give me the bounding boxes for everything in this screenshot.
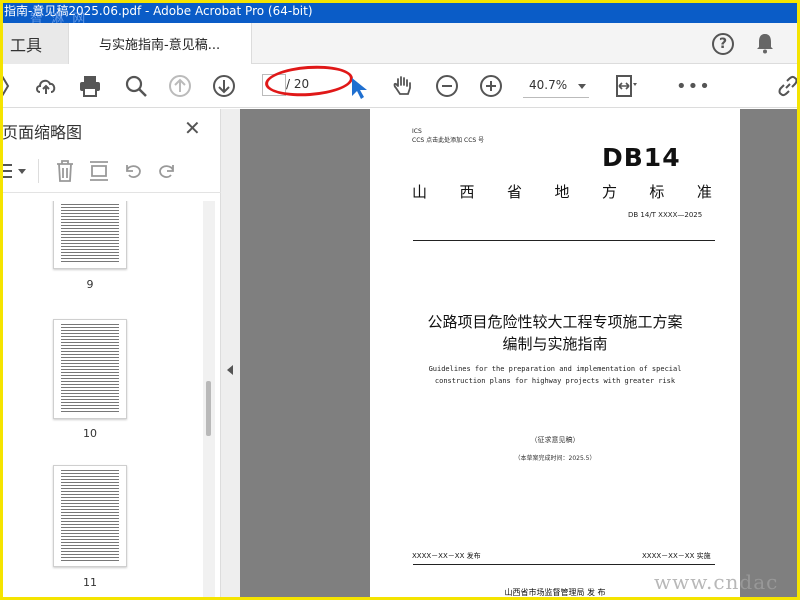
english-title-line2: construction plans for highway projects … [434,377,676,385]
english-title-line1: Guidelines for the preparation and imple… [428,365,682,373]
previous-page-icon[interactable] [168,74,192,98]
zoom-in-icon[interactable] [479,74,503,98]
select-cursor-icon[interactable] [348,76,372,100]
tab-bar: 工具 与实施指南-意见稿... ? [0,23,800,64]
link-icon[interactable] [776,74,800,98]
thumbnails-scrollbar[interactable] [203,201,215,600]
page-thumbnail-10[interactable] [53,319,127,419]
trash-icon[interactable] [54,159,76,183]
chevron-left-icon[interactable] [227,365,233,375]
thumbnails-panel-title: 页面缩略图 [2,123,83,142]
ics-text: ICS [412,128,422,135]
document-view[interactable]: ICS CCS 点击此处添加 CCS 号 DB14 山 西 省 地 方 标 准 … [240,109,800,600]
divider [413,240,715,241]
implement-date: XXXX－XX－XX 实施 [642,552,711,560]
rotate-right-icon[interactable] [156,159,178,183]
standard-char: 山 [412,183,428,201]
bell-icon[interactable] [755,32,775,54]
db-code: DB14 [602,143,681,172]
thumbnail-label: 10 [83,427,97,440]
hand-tool-icon[interactable] [391,74,415,98]
thumbnail-label: 9 [86,278,94,291]
page-thumbnails-panel: 页面缩略图 ✕ 9 10 11 [0,109,221,600]
chevron-down-icon[interactable] [578,84,586,89]
thumbnail-options-icon[interactable] [0,161,30,181]
standard-char: 方 [601,183,617,201]
pdf-page: ICS CCS 点击此处添加 CCS 号 DB14 山 西 省 地 方 标 准 … [370,109,740,600]
thumbnails-panel-header: 页面缩略图 ✕ [0,109,221,149]
watermark-bottom: www.cndac [654,570,779,594]
thumbnail-label: 11 [83,576,97,589]
star-icon[interactable] [0,74,24,98]
ics-label: ICS CCS 点击此处添加 CCS 号 [412,127,484,145]
rotate-left-icon[interactable] [122,159,144,183]
draft-date: （本草案完成时间：2025.5） [514,455,596,462]
tab-document[interactable]: 与实施指南-意见稿... [68,23,252,64]
divider [413,564,715,565]
page-thumbnail-11[interactable] [53,465,127,567]
standard-char: 省 [506,183,522,201]
more-options-icon[interactable]: ••• [676,76,711,97]
zoom-out-icon[interactable] [435,74,459,98]
page-thumbnail-9[interactable] [53,201,127,269]
tab-tools[interactable]: 工具 [0,23,68,64]
thumbnails-list: 9 10 11 [0,201,203,600]
toolbar-divider [38,159,39,183]
publish-date: XXXX－XX－XX 发布 [412,552,481,560]
standard-char: 准 [696,183,712,201]
standard-char: 西 [459,183,475,201]
window-title-bar: 指南-意见稿2025.06.pdf - Adobe Acrobat Pro (6… [0,0,800,23]
document-title-line1: 公路项目危险性较大工程专项施工方案 [427,313,683,331]
standard-number: DB 14/T XXXX—2025 [628,211,703,219]
fit-page-icon[interactable] [614,74,638,98]
document-title-line2: 编制与实施指南 [502,335,608,353]
main-toolbar: / 20 40.7% ••• [0,62,800,108]
draft-note: （征求意见稿） [530,436,580,444]
upload-cloud-icon[interactable] [34,74,58,98]
standard-type-heading: 山 西 省 地 方 标 准 [412,181,712,202]
ccs-text: CCS 点击此处添加 CCS 号 [412,137,485,144]
help-icon[interactable]: ? [712,33,734,55]
standard-char: 地 [554,183,570,201]
standard-char: 标 [649,183,665,201]
thumbnails-toolbar [0,149,221,193]
scrollbar-thumb[interactable] [206,381,211,436]
print-icon[interactable] [78,74,102,98]
insert-page-icon[interactable] [88,159,110,183]
panel-collapse-handle[interactable] [221,109,240,600]
close-icon[interactable]: ✕ [184,116,201,140]
next-page-icon[interactable] [212,74,236,98]
red-highlight-oval [264,62,354,100]
search-icon[interactable] [124,74,148,98]
